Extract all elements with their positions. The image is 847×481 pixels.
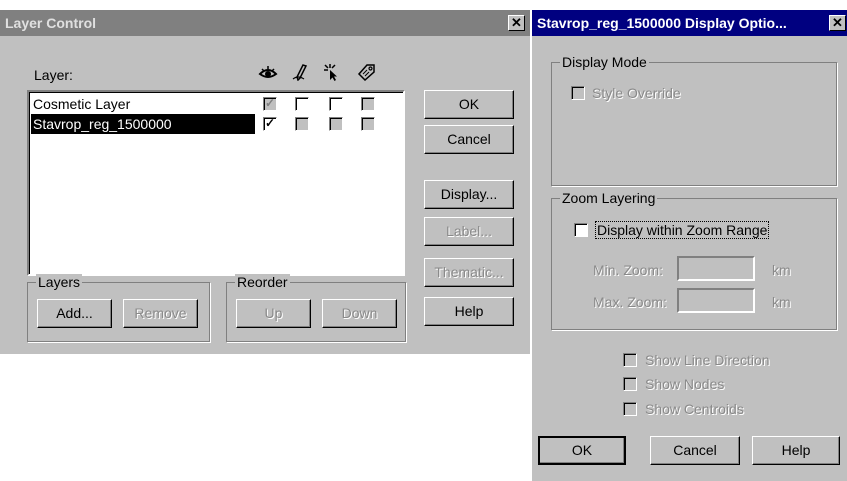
layer-row-stavrop[interactable]: Stavrop_reg_1500000 ✓ bbox=[31, 114, 401, 134]
autolabel-tag-icon bbox=[357, 64, 375, 81]
min-zoom-label: Min. Zoom: bbox=[593, 262, 664, 278]
show-nodes-checkbox[interactable] bbox=[623, 377, 637, 391]
remove-layer-button[interactable]: Remove bbox=[123, 299, 198, 328]
display-mode-group: Display Mode Style Override bbox=[551, 54, 837, 186]
cancel-button[interactable]: Cancel bbox=[650, 436, 740, 465]
reorder-group-title: Reorder bbox=[235, 274, 290, 290]
layer-control-title: Layer Control bbox=[5, 15, 97, 31]
move-up-button[interactable]: Up bbox=[236, 299, 311, 328]
layer-control-dialog: Layer Control ✕ Layer: Cosmetic Layer ✓ … bbox=[0, 10, 530, 354]
layer-name: Stavrop_reg_1500000 bbox=[31, 114, 255, 134]
max-zoom-label: Max. Zoom: bbox=[593, 294, 667, 310]
editable-pencil-icon bbox=[292, 64, 308, 81]
min-zoom-unit: km bbox=[772, 262, 791, 278]
layer-editable-checkbox[interactable] bbox=[295, 97, 309, 111]
max-zoom-input[interactable] bbox=[677, 288, 755, 313]
display-options-title: Stavrop_reg_1500000 Display Optio... bbox=[537, 15, 787, 31]
layer-name: Cosmetic Layer bbox=[33, 96, 131, 112]
layer-list[interactable]: Cosmetic Layer ✓ Stavrop_reg_1500000 ✓ bbox=[27, 90, 405, 276]
layer-editable-checkbox[interactable] bbox=[295, 117, 309, 131]
ok-button[interactable]: OK bbox=[424, 90, 514, 119]
reorder-group: Reorder Up Down bbox=[226, 274, 406, 342]
show-line-direction-label: Show Line Direction bbox=[645, 352, 770, 368]
display-options-dialog: Stavrop_reg_1500000 Display Optio... ✕ D… bbox=[532, 10, 847, 481]
display-within-zoom-checkbox[interactable] bbox=[574, 223, 588, 237]
show-centroids-checkbox[interactable] bbox=[623, 402, 637, 416]
layer-row-cosmetic[interactable]: Cosmetic Layer ✓ bbox=[31, 94, 401, 114]
display-mode-title: Display Mode bbox=[560, 54, 649, 70]
display-within-zoom-label: Display within Zoom Range bbox=[594, 221, 770, 239]
help-button[interactable]: Help bbox=[424, 297, 514, 326]
close-icon[interactable]: ✕ bbox=[508, 15, 525, 31]
help-button[interactable]: Help bbox=[752, 436, 840, 465]
layers-group: Layers Add... Remove bbox=[27, 274, 210, 342]
style-override-label: Style Override bbox=[592, 85, 681, 101]
visible-eye-icon bbox=[258, 66, 278, 78]
display-options-titlebar[interactable]: Stavrop_reg_1500000 Display Optio... bbox=[532, 10, 847, 36]
layer-label: Layer: bbox=[34, 67, 73, 83]
layer-autolabel-checkbox[interactable] bbox=[361, 117, 375, 131]
layer-autolabel-checkbox[interactable] bbox=[361, 97, 375, 111]
close-icon[interactable]: ✕ bbox=[829, 15, 846, 31]
zoom-layering-group: Zoom Layering Display within Zoom Range … bbox=[551, 190, 837, 330]
ok-button[interactable]: OK bbox=[538, 436, 626, 465]
move-down-button[interactable]: Down bbox=[322, 299, 397, 328]
display-button[interactable]: Display... bbox=[424, 180, 514, 209]
layer-selectable-checkbox[interactable] bbox=[329, 97, 343, 111]
layer-visible-checkbox[interactable]: ✓ bbox=[263, 97, 277, 111]
thematic-button[interactable]: Thematic... bbox=[424, 258, 514, 287]
selectable-cursor-icon bbox=[324, 64, 337, 81]
layers-group-title: Layers bbox=[36, 274, 83, 290]
layer-control-titlebar[interactable]: Layer Control bbox=[0, 10, 530, 36]
layer-selectable-checkbox[interactable] bbox=[329, 117, 343, 131]
label-button[interactable]: Label... bbox=[424, 217, 514, 246]
add-layer-button[interactable]: Add... bbox=[37, 299, 112, 328]
show-centroids-label: Show Centroids bbox=[645, 401, 744, 417]
max-zoom-unit: km bbox=[772, 294, 791, 310]
min-zoom-input[interactable] bbox=[677, 256, 755, 281]
style-override-checkbox[interactable] bbox=[571, 86, 585, 100]
show-line-direction-checkbox[interactable] bbox=[623, 353, 637, 367]
show-nodes-label: Show Nodes bbox=[645, 376, 725, 392]
layer-visible-checkbox[interactable]: ✓ bbox=[263, 117, 277, 131]
cancel-button[interactable]: Cancel bbox=[424, 125, 514, 154]
zoom-layering-title: Zoom Layering bbox=[560, 190, 658, 206]
